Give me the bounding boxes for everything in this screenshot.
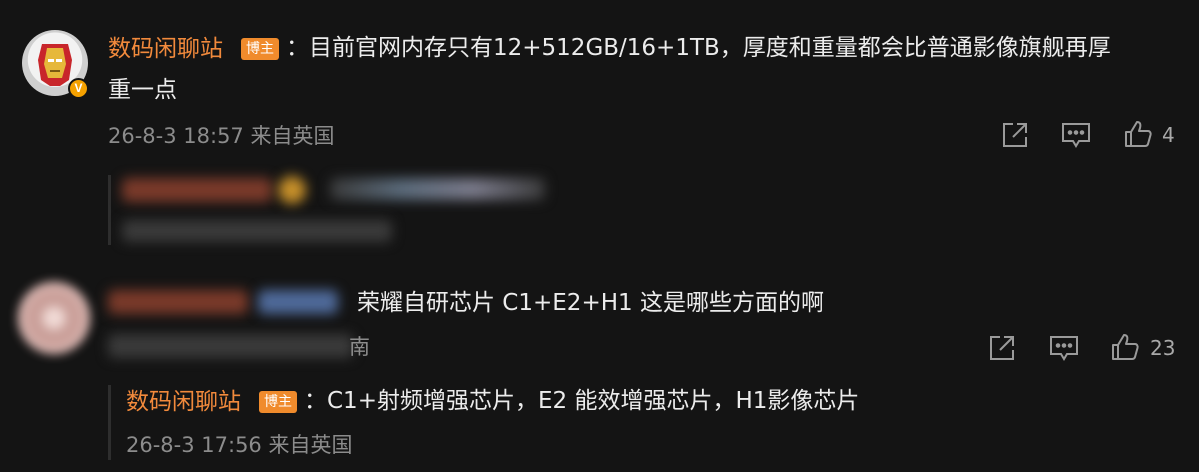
comment-meta-tail: 南 xyxy=(349,335,370,359)
reply-thread-line xyxy=(108,175,111,245)
comment-text: 荣耀自研芯片 C1+E2+H1 这是哪些方面的啊 xyxy=(357,290,824,316)
blurred-meta xyxy=(122,220,392,242)
comment-meta: 26-8-3 18:57 来自英国 xyxy=(108,124,335,148)
avatar[interactable] xyxy=(18,282,90,354)
blurred-name xyxy=(122,178,272,202)
reply-text: ：C1+射频增强芯片，E2 能效增强芯片，H1影像芯片 xyxy=(304,388,860,414)
author-badge: 博主 xyxy=(259,391,297,413)
comment-text-line-1: ：目前官网内存只有12+512GB/16+1TB，厚度和重量都会比普通影像旗舰再… xyxy=(286,35,1111,61)
blurred-text xyxy=(330,178,545,200)
like-count: 23 xyxy=(1150,336,1176,360)
comment-icon[interactable] xyxy=(1061,121,1091,149)
thumbs-up-icon[interactable] xyxy=(1123,119,1153,149)
share-icon[interactable] xyxy=(1000,120,1030,150)
blurred-name xyxy=(108,290,248,314)
thumbs-up-icon[interactable] xyxy=(1110,332,1140,362)
blurred-badge xyxy=(258,290,338,314)
reply-author-name[interactable]: 数码闲聊站 xyxy=(126,387,241,417)
verified-badge: V xyxy=(68,78,89,99)
comment-icon[interactable] xyxy=(1049,334,1079,362)
blurred-emoji xyxy=(278,176,306,204)
blurred-meta xyxy=(108,334,353,358)
reply-thread-line xyxy=(108,385,111,460)
like-count: 4 xyxy=(1162,123,1175,147)
share-icon[interactable] xyxy=(987,333,1017,363)
author-badge: 博主 xyxy=(241,38,279,60)
comment-text-line-2: 重一点 xyxy=(108,77,177,103)
comment-author-name[interactable]: 数码闲聊站 xyxy=(108,34,223,64)
reply-meta: 26-8-3 17:56 来自英国 xyxy=(126,433,353,457)
